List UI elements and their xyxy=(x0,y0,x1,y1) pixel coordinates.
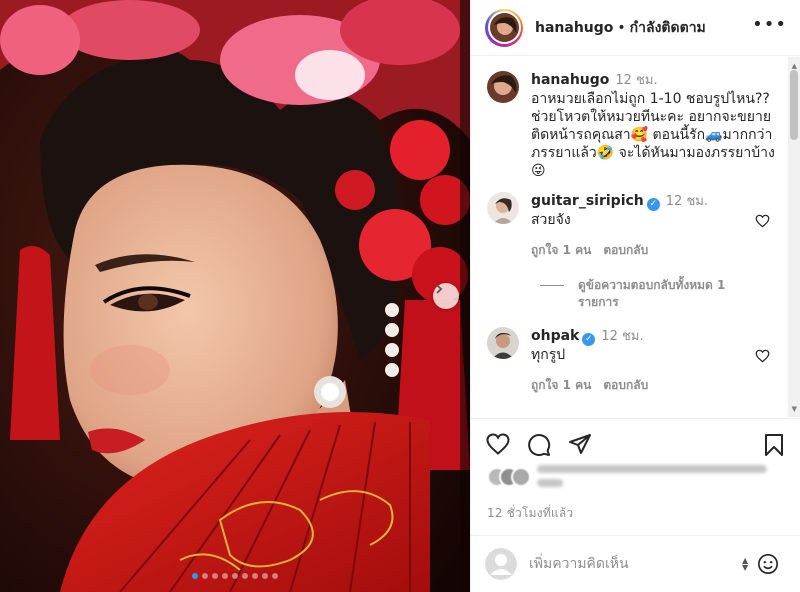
avatar[interactable] xyxy=(487,192,519,224)
heart-icon[interactable] xyxy=(755,349,770,363)
comments-list[interactable]: hanahugo 12 ชม. อาหมวยเลือกไม่ถูก 1-10 ชอ… xyxy=(471,57,789,417)
more-horizontal-icon[interactable]: ••• xyxy=(752,16,787,34)
heart-icon[interactable] xyxy=(755,214,770,228)
comment-likes-count[interactable]: ถูกใจ 1 คน xyxy=(531,378,591,392)
comment-time: 12 ชม. xyxy=(665,194,708,209)
comment-likes-count[interactable]: ถูกใจ 1 คน xyxy=(531,243,591,257)
divider-line xyxy=(540,285,564,286)
liker-avatar xyxy=(511,466,531,487)
avatar[interactable] xyxy=(487,71,519,103)
separator-dot: • xyxy=(617,19,626,36)
carousel-dot xyxy=(212,573,218,579)
comment-reply-button[interactable]: ตอบกลับ xyxy=(603,378,648,392)
scroll-down-arrow-icon[interactable]: ▼ xyxy=(792,405,797,413)
carousel-dot xyxy=(192,573,198,579)
carousel-dot xyxy=(252,573,258,579)
post-side-panel: hanahugo • กำลังติดตาม ••• hanahugo 12 ชม… xyxy=(470,0,800,592)
caption-time: 12 ชม. xyxy=(615,73,658,88)
bookmark-icon[interactable] xyxy=(763,433,785,457)
scrollbar-thumb[interactable] xyxy=(790,70,798,140)
post-author-username[interactable]: hanahugo xyxy=(535,20,613,36)
carousel-dot xyxy=(272,573,278,579)
post-caption: hanahugo 12 ชม. อาหมวยเลือกไม่ถูก 1-10 ชอ… xyxy=(487,71,789,180)
following-button[interactable]: กำลังติดตาม xyxy=(630,17,706,39)
comment-item: ohpak ✓ 12 ชม. ทุกรูป ถูกใจ 1 คน ตอบกลับ xyxy=(487,327,789,394)
carousel-dot xyxy=(222,573,228,579)
carousel-indicator xyxy=(0,573,470,579)
comment-text: ทุกรูป xyxy=(531,347,566,363)
avatar[interactable] xyxy=(487,327,519,359)
chevron-right-icon xyxy=(436,284,443,294)
carousel-next-button[interactable] xyxy=(433,283,459,309)
caption-text-line2: ช่วยโหวตให้หมวยทีนะคะ อยากจะขยายติดหน้าร… xyxy=(531,109,775,179)
likes-summary[interactable] xyxy=(487,463,777,492)
post-actions-bar xyxy=(471,418,800,462)
comment-time: 12 ชม. xyxy=(601,329,644,344)
send-icon[interactable] xyxy=(568,433,592,455)
comment-text: สวยจัง xyxy=(531,212,571,228)
view-replies-label: ดูข้อความตอบกลับทั้งหมด 1 รายการ xyxy=(578,278,726,309)
carousel-dot xyxy=(202,573,208,579)
avatar xyxy=(485,548,517,580)
caption-username[interactable]: hanahugo xyxy=(531,72,609,88)
post-header: hanahugo • กำลังติดตาม ••• xyxy=(471,0,800,56)
post-photo[interactable] xyxy=(0,0,470,592)
avatar xyxy=(489,13,519,42)
scroll-up-arrow-icon[interactable]: ▲ xyxy=(792,62,797,70)
verified-badge-icon: ✓ xyxy=(646,198,660,211)
comment-username[interactable]: ohpak xyxy=(531,328,579,344)
instagram-post-view: hanahugo • กำลังติดตาม ••• hanahugo 12 ชม… xyxy=(0,0,800,592)
verified-badge-icon: ✓ xyxy=(582,333,596,346)
caption-text-line1: อาหมวยเลือกไม่ถูก 1-10 ชอบรูปไหน?? xyxy=(531,91,770,107)
post-timestamp[interactable]: 12 ชั่วโมงที่แล้ว xyxy=(487,504,573,523)
heart-icon[interactable] xyxy=(486,433,510,455)
input-spinner-icon[interactable]: ▲ ▼ xyxy=(742,557,748,572)
emoji-icon[interactable] xyxy=(757,553,779,575)
photo-artwork xyxy=(0,0,470,592)
add-comment-bar: เพิ่มความคิดเห็น ▲ ▼ xyxy=(471,535,800,592)
comment-item: guitar_siripich ✓ 12 ชม. สวยจัง ถูกใจ 1 คน… xyxy=(487,192,789,259)
likes-summary-redacted xyxy=(537,463,777,492)
view-replies-button[interactable]: ดูข้อความตอบกลับทั้งหมด 1 รายการ xyxy=(540,277,789,311)
comment-reply-button[interactable]: ตอบกลับ xyxy=(603,243,648,257)
comment-username[interactable]: guitar_siripich xyxy=(531,193,644,209)
story-ring[interactable] xyxy=(485,8,523,47)
carousel-dot xyxy=(232,573,238,579)
carousel-dot xyxy=(242,573,248,579)
carousel-dot xyxy=(262,573,268,579)
comment-icon[interactable] xyxy=(527,433,551,457)
